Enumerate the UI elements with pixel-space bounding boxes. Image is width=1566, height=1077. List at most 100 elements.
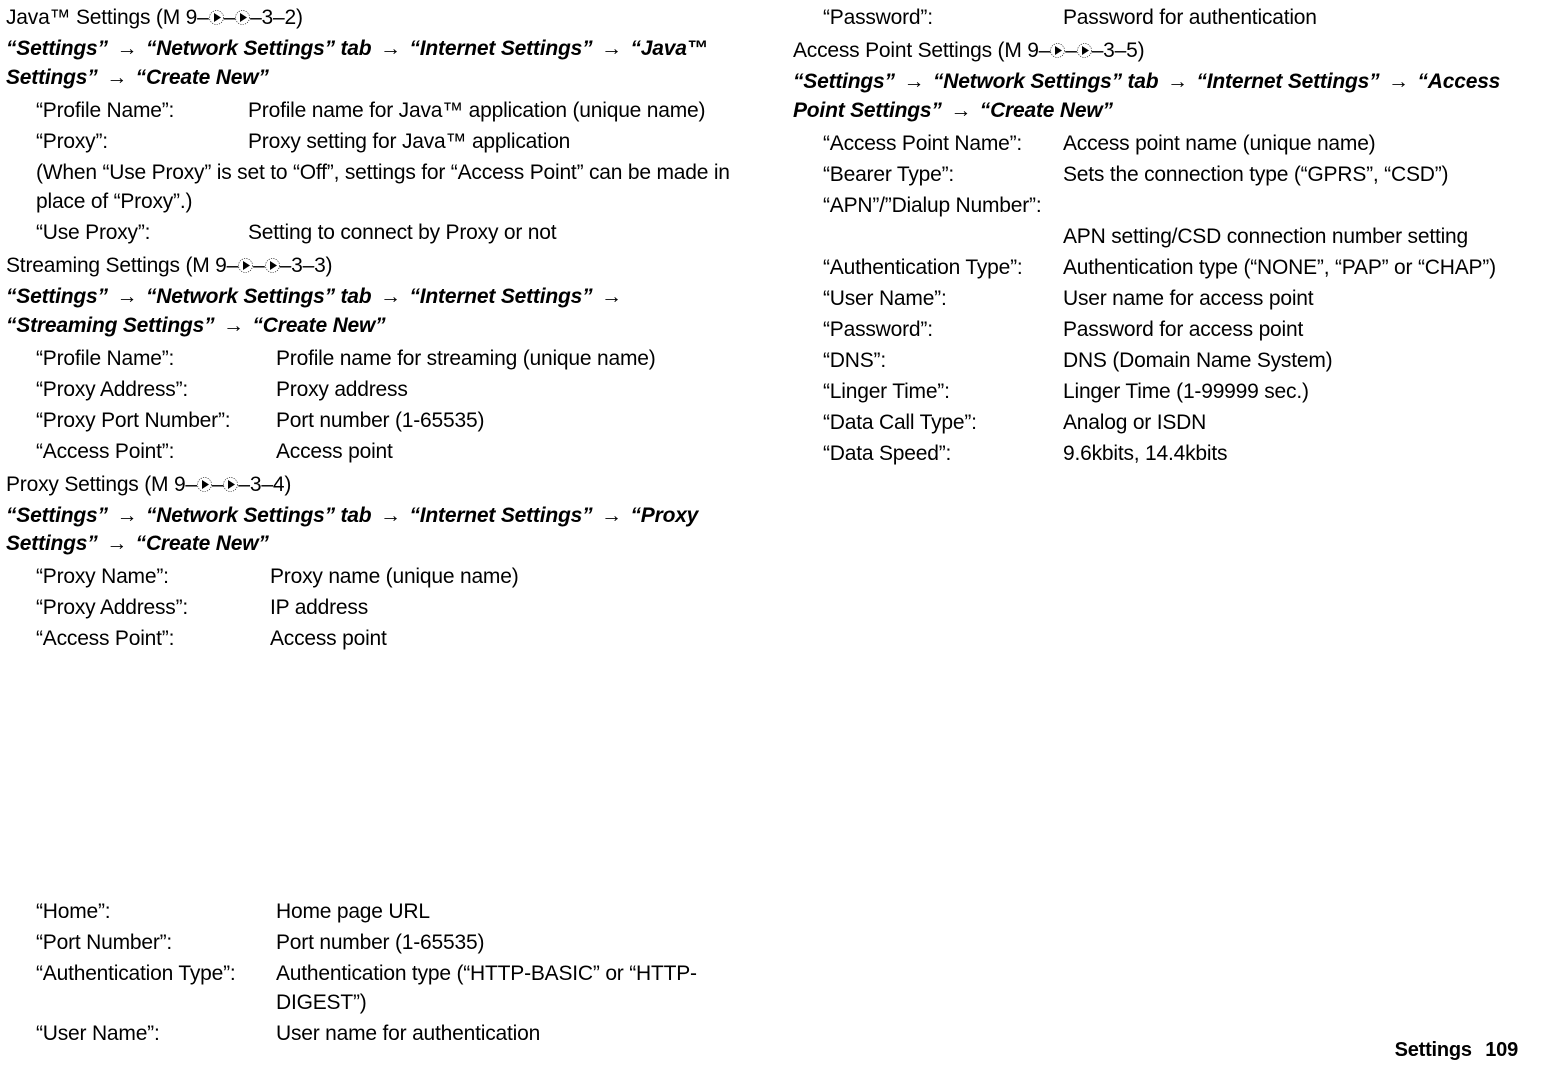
heading-text: – bbox=[212, 473, 223, 496]
nav-step: “Internet Settings” bbox=[410, 37, 593, 60]
arrow-icon: → bbox=[598, 285, 625, 308]
field-list-proxy: “Proxy Name”: Proxy name (unique name) “… bbox=[6, 563, 731, 654]
heading-text: –3–3) bbox=[280, 254, 333, 277]
nav-step: “Settings” bbox=[6, 504, 108, 527]
nav-step: “Network Settings” tab bbox=[146, 504, 371, 527]
arrow-icon: → bbox=[103, 532, 130, 555]
field-desc: Authentication type (“NONE”, “PAP” or “C… bbox=[1063, 254, 1518, 283]
field-desc: 9.6kbits, 14.4kbits bbox=[1063, 440, 1518, 469]
field-list-java: “Profile Name”: Profile name for Java™ a… bbox=[6, 97, 731, 248]
field-label: “Proxy”: bbox=[36, 128, 248, 157]
right-triangle-icon bbox=[1050, 43, 1065, 58]
nav-step: “Network Settings” tab bbox=[146, 285, 371, 308]
nav-path-streaming: “Settings” → “Network Settings” tab → “I… bbox=[6, 283, 731, 343]
field-row: “Data Speed”: 9.6kbits, 14.4kbits bbox=[823, 440, 1518, 469]
manual-page: Java™ Settings (M 9–––3–2) “Settings” → … bbox=[0, 0, 1566, 1077]
nav-step: “Create New” bbox=[136, 532, 269, 555]
field-label: “Profile Name”: bbox=[36, 97, 248, 126]
field-label: “User Name”: bbox=[823, 285, 1063, 314]
field-row: “Proxy Port Number”: Port number (1-6553… bbox=[36, 407, 731, 436]
heading-text: Streaming Settings (M 9– bbox=[6, 254, 238, 277]
field-desc: Analog or ISDN bbox=[1063, 409, 1518, 438]
nav-step: “Internet Settings” bbox=[410, 504, 593, 527]
field-row: “User Name”: User name for authenticatio… bbox=[36, 1020, 731, 1049]
heading-text: –3–5) bbox=[1092, 39, 1145, 62]
section-heading-ap: Access Point Settings (M 9–––3–5) bbox=[793, 37, 1518, 66]
field-label: “Access Point Name”: bbox=[823, 130, 1063, 159]
heading-text: – bbox=[224, 6, 235, 29]
nav-step: “Settings” bbox=[6, 37, 108, 60]
field-label-apn: “APN”/”Dialup Number”: bbox=[823, 192, 1518, 221]
nav-step: “Create New” bbox=[980, 99, 1113, 122]
field-label: “User Name”: bbox=[36, 1020, 276, 1049]
nav-step: “Create New” bbox=[136, 66, 269, 89]
field-row: “Password”: Password for authentication bbox=[823, 4, 1518, 33]
arrow-icon: → bbox=[900, 70, 927, 93]
right-triangle-icon bbox=[238, 258, 253, 273]
field-desc: Proxy address bbox=[276, 376, 731, 405]
field-desc: Sets the connection type (“GPRS”, “CSD”) bbox=[1063, 161, 1518, 190]
field-list-streaming: “Profile Name”: Profile name for streami… bbox=[6, 345, 731, 467]
section-heading-streaming: Streaming Settings (M 9–––3–3) bbox=[6, 252, 731, 281]
field-row: “Proxy”: Proxy setting for Java™ applica… bbox=[36, 128, 731, 157]
arrow-icon: → bbox=[598, 504, 625, 527]
field-list-ap: “Access Point Name”: Access point name (… bbox=[793, 130, 1518, 469]
arrow-icon: → bbox=[220, 314, 247, 337]
field-row: “Port Number”: Port number (1-65535) bbox=[36, 929, 731, 958]
nav-path-java: “Settings” → “Network Settings” tab → “I… bbox=[6, 35, 731, 95]
field-row: “Bearer Type”: Sets the connection type … bbox=[823, 161, 1518, 190]
field-row: “Access Point”: Access point bbox=[36, 625, 731, 654]
arrow-icon: → bbox=[1164, 70, 1191, 93]
nav-step: “Network Settings” tab bbox=[146, 37, 371, 60]
nav-step: “Settings” bbox=[793, 70, 895, 93]
page-footer: Settings 109 bbox=[1395, 1037, 1518, 1065]
field-row: “Authentication Type”: Authentication ty… bbox=[36, 960, 731, 1018]
arrow-icon: → bbox=[113, 504, 140, 527]
field-desc: Access point bbox=[270, 625, 731, 654]
field-label: “Use Proxy”: bbox=[36, 219, 248, 248]
arrow-icon: → bbox=[103, 66, 130, 89]
field-label: “Port Number”: bbox=[36, 929, 276, 958]
field-row: “User Name”: User name for access point bbox=[823, 285, 1518, 314]
arrow-icon: → bbox=[113, 285, 140, 308]
nav-step: “Network Settings” tab bbox=[933, 70, 1158, 93]
field-desc: Password for authentication bbox=[1063, 4, 1518, 33]
field-desc: Profile name for streaming (unique name) bbox=[276, 345, 731, 374]
field-row: “Access Point”: Access point bbox=[36, 438, 731, 467]
field-label: “Authentication Type”: bbox=[36, 960, 276, 989]
nav-step: “Internet Settings” bbox=[1197, 70, 1380, 93]
field-desc: Home page URL bbox=[276, 898, 731, 927]
field-row: “Proxy Name”: Proxy name (unique name) bbox=[36, 563, 731, 592]
field-label: “Proxy Address”: bbox=[36, 594, 270, 623]
field-label: “Profile Name”: bbox=[36, 345, 276, 374]
field-desc: User name for authentication bbox=[276, 1020, 731, 1049]
field-desc: Authentication type (“HTTP-BASIC” or “HT… bbox=[276, 960, 731, 1018]
field-row: “Home”: Home page URL bbox=[36, 898, 731, 927]
field-label: “DNS”: bbox=[823, 347, 1063, 376]
arrow-icon: → bbox=[377, 504, 404, 527]
field-row: “Proxy Address”: IP address bbox=[36, 594, 731, 623]
right-triangle-icon bbox=[209, 10, 224, 25]
field-row: “DNS”: DNS (Domain Name System) bbox=[823, 347, 1518, 376]
field-row: “Authentication Type”: Authentication ty… bbox=[823, 254, 1518, 283]
heading-text: – bbox=[1065, 39, 1076, 62]
field-row: “Profile Name”: Profile name for Java™ a… bbox=[36, 97, 731, 126]
nav-path-proxy: “Settings” → “Network Settings” tab → “I… bbox=[6, 502, 731, 562]
right-triangle-icon bbox=[265, 258, 280, 273]
heading-text: –3–4) bbox=[238, 473, 291, 496]
field-desc: Port number (1-65535) bbox=[276, 407, 731, 436]
field-label: “Password”: bbox=[823, 316, 1063, 345]
nav-step: “Streaming Settings” bbox=[6, 314, 214, 337]
field-row: “Password”: Password for access point bbox=[823, 316, 1518, 345]
field-label: “Data Call Type”: bbox=[823, 409, 1063, 438]
field-note: (When “Use Proxy” is set to “Off”, setti… bbox=[36, 159, 731, 217]
field-label: “Proxy Name”: bbox=[36, 563, 270, 592]
field-desc: Linger Time (1-99999 sec.) bbox=[1063, 378, 1518, 407]
field-row: “Proxy Address”: Proxy address bbox=[36, 376, 731, 405]
right-triangle-icon bbox=[197, 477, 212, 492]
field-label: “Proxy Address”: bbox=[36, 376, 276, 405]
field-desc: DNS (Domain Name System) bbox=[1063, 347, 1518, 376]
heading-text: Java™ Settings (M 9– bbox=[6, 6, 209, 29]
arrow-icon: → bbox=[377, 37, 404, 60]
field-desc: Access point bbox=[276, 438, 731, 467]
